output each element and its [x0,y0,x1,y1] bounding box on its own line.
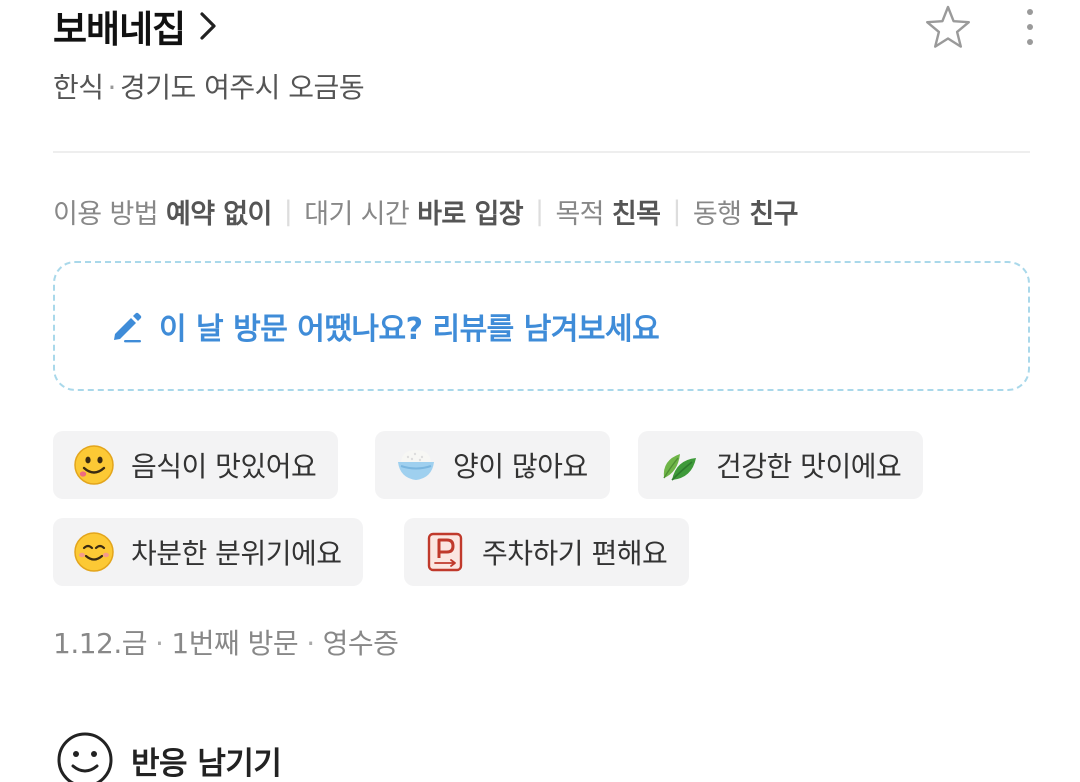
more-vertical-icon[interactable] [1020,6,1040,48]
info-value-company: 친구 [749,199,798,230]
pencil-icon [114,312,142,343]
keyword-chip-healthy: 건강한 맛이에요 [638,431,924,499]
divider [53,151,1030,153]
keyword-label: 차분한 분위기에요 [131,537,342,570]
visit-meta: 1.12.금 · 1번째 방문 · 영수증 [53,622,399,662]
parking-icon [427,532,463,572]
keyword-chip-parking: 주차하기 편해요 [404,518,690,586]
star-outline-icon[interactable] [924,4,972,50]
info-label-method: 이용 방법 [53,199,159,230]
place-title[interactable]: 보배네집 [53,0,186,53]
keyword-chip-atmosphere: 차분한 분위기에요 [53,518,364,586]
info-label-purpose: 목적 [555,199,604,230]
place-subtitle: 한식 · 경기도 여주시 오금동 [53,66,365,106]
keyword-label: 주차하기 편해요 [482,537,668,570]
rice-bowl-icon [398,450,434,480]
subtitle-separator: · [107,71,117,104]
visit-proof: 영수증 [322,627,399,660]
visit-info-row: 이용 방법 예약 없이 | 대기 시간 바로 입장 | 목적 친목 | 동행 친… [53,192,798,231]
info-value-wait: 바로 입장 [417,199,523,230]
visit-separator: · [155,627,164,660]
yummy-face-icon [74,445,114,485]
info-separator: | [672,196,681,227]
leave-reaction-label: 반응 남기기 [131,745,282,782]
place-category: 한식 [53,71,104,104]
visit-separator: · [306,627,315,660]
info-label-company: 동행 [692,199,742,230]
info-value-purpose: 친목 [611,199,661,230]
keyword-label: 건강한 맛이에요 [716,450,902,483]
leave-reaction-button[interactable]: 반응 남기기 [55,730,282,782]
visit-count: 1번째 방문 [171,627,299,660]
keyword-chip-portion: 양이 많아요 [375,431,610,499]
keyword-label: 양이 많아요 [453,450,588,483]
info-separator: | [534,196,544,227]
calm-face-icon [74,532,114,572]
leaf-icon [663,454,696,481]
chevron-right-icon[interactable] [199,11,217,41]
write-review-button[interactable]: 이 날 방문 어땠나요? 리뷰를 남겨보세요 [53,261,1030,391]
write-review-label: 이 날 방문 어땠나요? 리뷰를 남겨보세요 [159,312,660,347]
visit-date: 1.12.금 [53,627,148,660]
info-label-wait: 대기 시간 [304,199,410,230]
place-review-page: 보배네집 한식 · 경기도 여주시 오금동 이용 방법 예약 없이 | 대기 시간 … [0,0,1080,782]
info-separator: | [283,196,293,227]
smile-icon [57,732,113,782]
place-header[interactable]: 보배네집 [53,0,217,52]
info-value-method: 예약 없이 [165,199,272,230]
keyword-chip-tasty: 음식이 맛있어요 [53,431,339,499]
keyword-label: 음식이 맛있어요 [131,450,317,483]
place-location: 경기도 여주시 오금동 [119,71,365,104]
